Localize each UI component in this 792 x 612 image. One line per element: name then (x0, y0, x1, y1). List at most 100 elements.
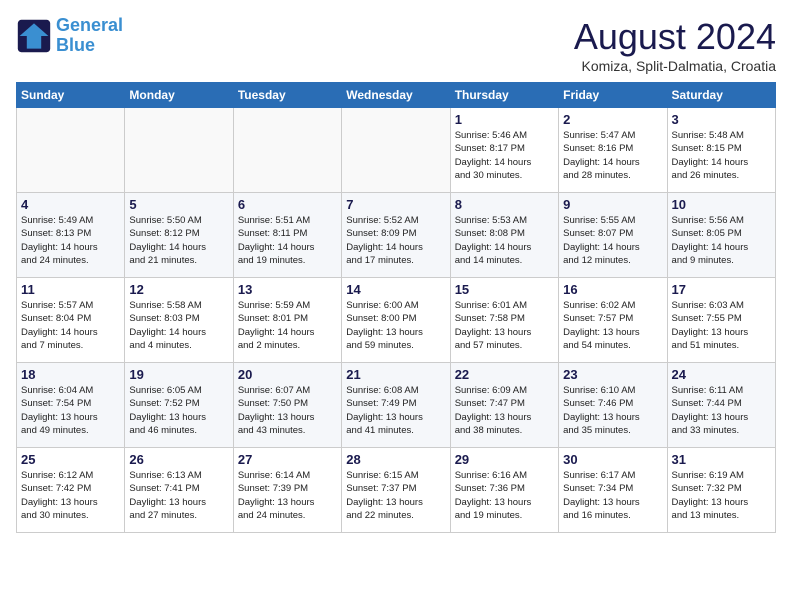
calendar-cell: 21 Sunrise: 6:08 AMSunset: 7:49 PMDayligh… (342, 363, 450, 448)
week-row-1: 1Sunrise: 5:46 AMSunset: 8:17 PMDaylight… (17, 108, 776, 193)
weekday-header-sunday: Sunday (17, 83, 125, 108)
weekday-header-saturday: Saturday (667, 83, 775, 108)
day-number: 3 (672, 112, 771, 127)
day-number: 10 (672, 197, 771, 212)
week-row-2: 4 Sunrise: 5:49 AMSunset: 8:13 PMDaylight… (17, 193, 776, 278)
calendar-cell: 29 Sunrise: 6:16 AMSunset: 7:36 PMDayligh… (450, 448, 558, 533)
weekday-header-friday: Friday (559, 83, 667, 108)
day-number: 29 (455, 452, 554, 467)
calendar-cell (17, 108, 125, 193)
day-info: Sunrise: 6:07 AMSunset: 7:50 PMDaylight:… (238, 384, 337, 437)
calendar-cell: 19Sunrise: 6:05 AMSunset: 7:52 PMDayligh… (125, 363, 233, 448)
calendar-cell: 28 Sunrise: 6:15 AMSunset: 7:37 PMDayligh… (342, 448, 450, 533)
calendar-cell: 9 Sunrise: 5:55 AMSunset: 8:07 PMDaylight… (559, 193, 667, 278)
day-number: 22 (455, 367, 554, 382)
day-info: Sunrise: 5:59 AMSunset: 8:01 PMDaylight:… (238, 299, 337, 352)
day-info: Sunrise: 6:02 AMSunset: 7:57 PMDaylight:… (563, 299, 662, 352)
week-row-4: 18 Sunrise: 6:04 AMSunset: 7:54 PMDayligh… (17, 363, 776, 448)
calendar-cell: 17 Sunrise: 6:03 AMSunset: 7:55 PMDayligh… (667, 278, 775, 363)
page-header: General Blue August 2024 Komiza, Split-D… (16, 16, 776, 74)
day-number: 18 (21, 367, 120, 382)
calendar-cell: 13 Sunrise: 5:59 AMSunset: 8:01 PMDayligh… (233, 278, 341, 363)
calendar-cell: 10 Sunrise: 5:56 AMSunset: 8:05 PMDayligh… (667, 193, 775, 278)
day-number: 31 (672, 452, 771, 467)
day-info: Sunrise: 6:00 AMSunset: 8:00 PMDaylight:… (346, 299, 445, 352)
day-info: Sunrise: 6:08 AMSunset: 7:49 PMDaylight:… (346, 384, 445, 437)
calendar-cell: 24Sunrise: 6:11 AMSunset: 7:44 PMDayligh… (667, 363, 775, 448)
day-info: Sunrise: 5:47 AMSunset: 8:16 PMDaylight:… (563, 129, 662, 182)
day-info: Sunrise: 6:16 AMSunset: 7:36 PMDaylight:… (455, 469, 554, 522)
day-number: 14 (346, 282, 445, 297)
day-number: 13 (238, 282, 337, 297)
weekday-header-thursday: Thursday (450, 83, 558, 108)
day-info: Sunrise: 5:53 AMSunset: 8:08 PMDaylight:… (455, 214, 554, 267)
day-info: Sunrise: 5:58 AMSunset: 8:03 PMDaylight:… (129, 299, 228, 352)
calendar-cell: 4 Sunrise: 5:49 AMSunset: 8:13 PMDaylight… (17, 193, 125, 278)
weekday-header-row: SundayMondayTuesdayWednesdayThursdayFrid… (17, 83, 776, 108)
calendar-cell: 22 Sunrise: 6:09 AMSunset: 7:47 PMDayligh… (450, 363, 558, 448)
day-info: Sunrise: 6:04 AMSunset: 7:54 PMDaylight:… (21, 384, 120, 437)
calendar-table: SundayMondayTuesdayWednesdayThursdayFrid… (16, 82, 776, 533)
day-info: Sunrise: 6:12 AMSunset: 7:42 PMDaylight:… (21, 469, 120, 522)
calendar-cell: 20Sunrise: 6:07 AMSunset: 7:50 PMDayligh… (233, 363, 341, 448)
day-number: 2 (563, 112, 662, 127)
day-number: 11 (21, 282, 120, 297)
day-number: 5 (129, 197, 228, 212)
calendar-cell (233, 108, 341, 193)
day-info: Sunrise: 6:11 AMSunset: 7:44 PMDaylight:… (672, 384, 771, 437)
day-info: Sunrise: 6:09 AMSunset: 7:47 PMDaylight:… (455, 384, 554, 437)
day-info: Sunrise: 5:51 AMSunset: 8:11 PMDaylight:… (238, 214, 337, 267)
week-row-3: 11Sunrise: 5:57 AMSunset: 8:04 PMDayligh… (17, 278, 776, 363)
calendar-cell: 6 Sunrise: 5:51 AMSunset: 8:11 PMDaylight… (233, 193, 341, 278)
location: Komiza, Split-Dalmatia, Croatia (574, 58, 776, 74)
day-number: 17 (672, 282, 771, 297)
day-number: 6 (238, 197, 337, 212)
day-info: Sunrise: 5:52 AMSunset: 8:09 PMDaylight:… (346, 214, 445, 267)
calendar-cell: 5 Sunrise: 5:50 AMSunset: 8:12 PMDaylight… (125, 193, 233, 278)
day-info: Sunrise: 6:15 AMSunset: 7:37 PMDaylight:… (346, 469, 445, 522)
day-number: 4 (21, 197, 120, 212)
calendar-cell: 18 Sunrise: 6:04 AMSunset: 7:54 PMDayligh… (17, 363, 125, 448)
day-number: 28 (346, 452, 445, 467)
day-info: Sunrise: 6:03 AMSunset: 7:55 PMDaylight:… (672, 299, 771, 352)
calendar-cell: 3 Sunrise: 5:48 AMSunset: 8:15 PMDaylight… (667, 108, 775, 193)
calendar-cell: 30 Sunrise: 6:17 AMSunset: 7:34 PMDayligh… (559, 448, 667, 533)
day-number: 15 (455, 282, 554, 297)
calendar-cell: 1Sunrise: 5:46 AMSunset: 8:17 PMDaylight… (450, 108, 558, 193)
day-number: 8 (455, 197, 554, 212)
day-info: Sunrise: 5:48 AMSunset: 8:15 PMDaylight:… (672, 129, 771, 182)
day-number: 21 (346, 367, 445, 382)
calendar-cell: 15 Sunrise: 6:01 AMSunset: 7:58 PMDayligh… (450, 278, 558, 363)
calendar-cell: 8 Sunrise: 5:53 AMSunset: 8:08 PMDaylight… (450, 193, 558, 278)
calendar-cell: 31 Sunrise: 6:19 AMSunset: 7:32 PMDayligh… (667, 448, 775, 533)
day-number: 12 (129, 282, 228, 297)
weekday-header-wednesday: Wednesday (342, 83, 450, 108)
day-info: Sunrise: 6:17 AMSunset: 7:34 PMDaylight:… (563, 469, 662, 522)
day-info: Sunrise: 6:19 AMSunset: 7:32 PMDaylight:… (672, 469, 771, 522)
day-info: Sunrise: 5:46 AMSunset: 8:17 PMDaylight:… (455, 129, 554, 182)
calendar-cell: 16 Sunrise: 6:02 AMSunset: 7:57 PMDayligh… (559, 278, 667, 363)
calendar-cell (125, 108, 233, 193)
day-number: 30 (563, 452, 662, 467)
day-number: 23 (563, 367, 662, 382)
day-info: Sunrise: 5:55 AMSunset: 8:07 PMDaylight:… (563, 214, 662, 267)
day-number: 9 (563, 197, 662, 212)
month-year: August 2024 (574, 16, 776, 58)
day-info: Sunrise: 5:50 AMSunset: 8:12 PMDaylight:… (129, 214, 228, 267)
calendar-cell: 26Sunrise: 6:13 AMSunset: 7:41 PMDayligh… (125, 448, 233, 533)
calendar-cell: 2 Sunrise: 5:47 AMSunset: 8:16 PMDaylight… (559, 108, 667, 193)
logo-text: General Blue (56, 16, 123, 56)
title-block: August 2024 Komiza, Split-Dalmatia, Croa… (574, 16, 776, 74)
day-info: Sunrise: 5:56 AMSunset: 8:05 PMDaylight:… (672, 214, 771, 267)
weekday-header-monday: Monday (125, 83, 233, 108)
calendar-cell: 14 Sunrise: 6:00 AMSunset: 8:00 PMDayligh… (342, 278, 450, 363)
calendar-cell: 11Sunrise: 5:57 AMSunset: 8:04 PMDayligh… (17, 278, 125, 363)
day-info: Sunrise: 6:13 AMSunset: 7:41 PMDaylight:… (129, 469, 228, 522)
day-info: Sunrise: 6:01 AMSunset: 7:58 PMDaylight:… (455, 299, 554, 352)
logo-icon (16, 18, 52, 54)
calendar-cell (342, 108, 450, 193)
day-number: 16 (563, 282, 662, 297)
calendar-cell: 27Sunrise: 6:14 AMSunset: 7:39 PMDayligh… (233, 448, 341, 533)
calendar-cell: 25Sunrise: 6:12 AMSunset: 7:42 PMDayligh… (17, 448, 125, 533)
day-info: Sunrise: 5:49 AMSunset: 8:13 PMDaylight:… (21, 214, 120, 267)
